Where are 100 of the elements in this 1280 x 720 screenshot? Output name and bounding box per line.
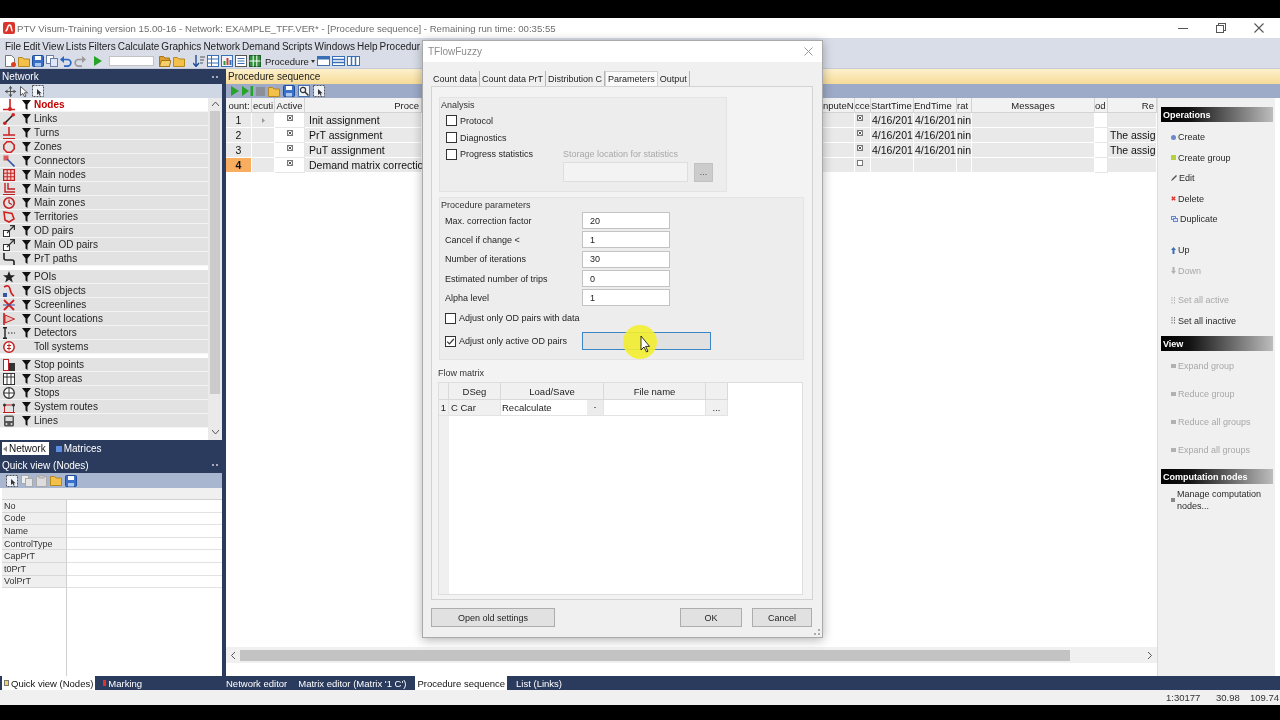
list-item[interactable]: Territories (0, 210, 208, 224)
list-item[interactable]: Detectors (0, 326, 208, 340)
tab[interactable]: Procedure sequence (415, 676, 508, 690)
checkbox[interactable] (857, 145, 863, 151)
sort-icon[interactable] (193, 55, 205, 67)
new-file-icon[interactable] (5, 55, 16, 67)
resize-grip-icon[interactable] (814, 629, 820, 635)
list-item[interactable]: Connectors (0, 154, 208, 168)
action-item[interactable]: Up (1161, 240, 1273, 261)
filter-icon[interactable] (21, 327, 31, 338)
filter-icon[interactable] (21, 239, 31, 250)
button[interactable]: Open old settings (431, 608, 555, 627)
list-item[interactable]: Main turns (0, 182, 208, 196)
filter-icon[interactable] (21, 99, 31, 110)
undo-icon[interactable] (60, 55, 72, 67)
list-item[interactable]: Count locations (0, 312, 208, 326)
filter-icon[interactable] (21, 415, 31, 426)
checkbox[interactable] (445, 313, 456, 324)
scrollbar-thumb[interactable] (240, 649, 1070, 661)
menu-item[interactable]: Scripts (281, 40, 313, 52)
save-icon[interactable] (283, 85, 295, 97)
caret-up-icon[interactable] (211, 102, 219, 106)
maximize-icon[interactable] (1216, 23, 1226, 33)
filter-icon[interactable] (21, 183, 31, 194)
menu-item[interactable]: Network (203, 40, 241, 52)
window-icon[interactable] (346, 56, 360, 66)
checkbox[interactable] (445, 336, 456, 347)
menu-item[interactable]: Filters (88, 40, 116, 52)
action-item[interactable]: Manage computation nodes... (1161, 488, 1273, 512)
input-field[interactable]: 30 (582, 250, 670, 268)
horizontal-scrollbar[interactable] (226, 647, 1157, 663)
list-item[interactable]: Lines (0, 414, 208, 428)
select-icon[interactable] (32, 85, 44, 97)
save-icon[interactable] (32, 55, 44, 67)
action-item[interactable]: Duplicate (1161, 209, 1273, 230)
tab[interactable]: Network editor (224, 676, 290, 690)
copy-icon[interactable] (46, 55, 58, 67)
close-icon[interactable] (1254, 23, 1264, 33)
filter-icon[interactable] (21, 197, 31, 208)
filter-icon[interactable] (21, 285, 31, 296)
filter-icon[interactable] (21, 127, 31, 138)
button[interactable]: OK (680, 608, 742, 627)
list-item[interactable]: Main zones (0, 196, 208, 210)
procedure-dropdown[interactable]: Procedure (265, 55, 315, 67)
menu-item[interactable]: Demand (242, 40, 280, 52)
filter-icon[interactable] (21, 313, 31, 324)
save-icon[interactable] (65, 474, 77, 487)
tab[interactable]: Matrix editor (Matrix '1 C') (296, 676, 409, 690)
select-icon[interactable] (313, 85, 325, 97)
tab[interactable]: Matrices (54, 442, 105, 455)
menu-item[interactable]: Procedur (379, 40, 421, 52)
filter-icon[interactable] (21, 113, 31, 124)
minimize-icon[interactable] (1178, 27, 1188, 29)
list-item[interactable]: Nodes (0, 98, 208, 112)
vertical-scrollbar[interactable] (208, 98, 222, 440)
filter-icon[interactable] (21, 169, 31, 180)
action-item[interactable]: Create (1161, 127, 1273, 148)
browse-button[interactable]: ... (706, 400, 728, 416)
dropdown[interactable]: Recalculate (501, 400, 604, 416)
list-item[interactable]: POIs (0, 270, 208, 284)
window-icon[interactable] (316, 56, 330, 66)
checkbox[interactable] (286, 145, 293, 151)
list-icon[interactable] (235, 55, 247, 67)
tab[interactable]: Network (2, 442, 49, 455)
input-field[interactable]: 0 (582, 270, 670, 288)
checkbox[interactable] (286, 160, 293, 166)
checkbox[interactable] (446, 115, 457, 126)
list-item[interactable]: Main nodes (0, 168, 208, 182)
list-item[interactable]: Links (0, 112, 208, 126)
list-item[interactable]: GIS objects (0, 284, 208, 298)
menu-item[interactable]: Calculate (117, 40, 160, 52)
menu-item[interactable]: Lists (65, 40, 87, 52)
input-field[interactable]: 20 (582, 212, 670, 230)
tab[interactable]: List (Links) (514, 676, 564, 690)
list-item[interactable]: System routes (0, 400, 208, 414)
checkbox[interactable] (286, 130, 293, 136)
list-item[interactable]: Screenlines (0, 298, 208, 312)
caret-down-icon[interactable] (211, 430, 219, 434)
menu-item[interactable]: Windows (314, 40, 355, 52)
checkbox-label[interactable]: Diagnostics (460, 132, 507, 143)
checkbox[interactable] (286, 115, 293, 121)
action-item[interactable]: Delete (1161, 188, 1273, 209)
list-item[interactable]: PrT paths (0, 252, 208, 266)
filter-icon[interactable] (21, 211, 31, 222)
tab[interactable]: Marking (101, 676, 145, 690)
checkbox-label[interactable]: Adjust only active OD pairs (459, 336, 568, 347)
action-item[interactable]: Set all inactive (1161, 310, 1273, 331)
input-field[interactable]: 1 (582, 231, 670, 249)
list-item[interactable]: Toll systems (0, 340, 208, 354)
chevron-left-icon[interactable] (231, 651, 235, 659)
list-item[interactable]: Main OD pairs (0, 238, 208, 252)
action-item[interactable]: Edit (1161, 168, 1273, 189)
chart-icon[interactable] (221, 55, 233, 67)
list-item[interactable]: Stop areas (0, 372, 208, 386)
checkbox[interactable] (857, 160, 863, 166)
chevron-right-icon[interactable] (1148, 651, 1152, 659)
menu-item[interactable]: File (5, 40, 22, 52)
menu-item[interactable]: Edit (23, 40, 41, 52)
menu-item[interactable]: Graphics (161, 40, 202, 52)
filter-icon[interactable] (21, 401, 31, 412)
